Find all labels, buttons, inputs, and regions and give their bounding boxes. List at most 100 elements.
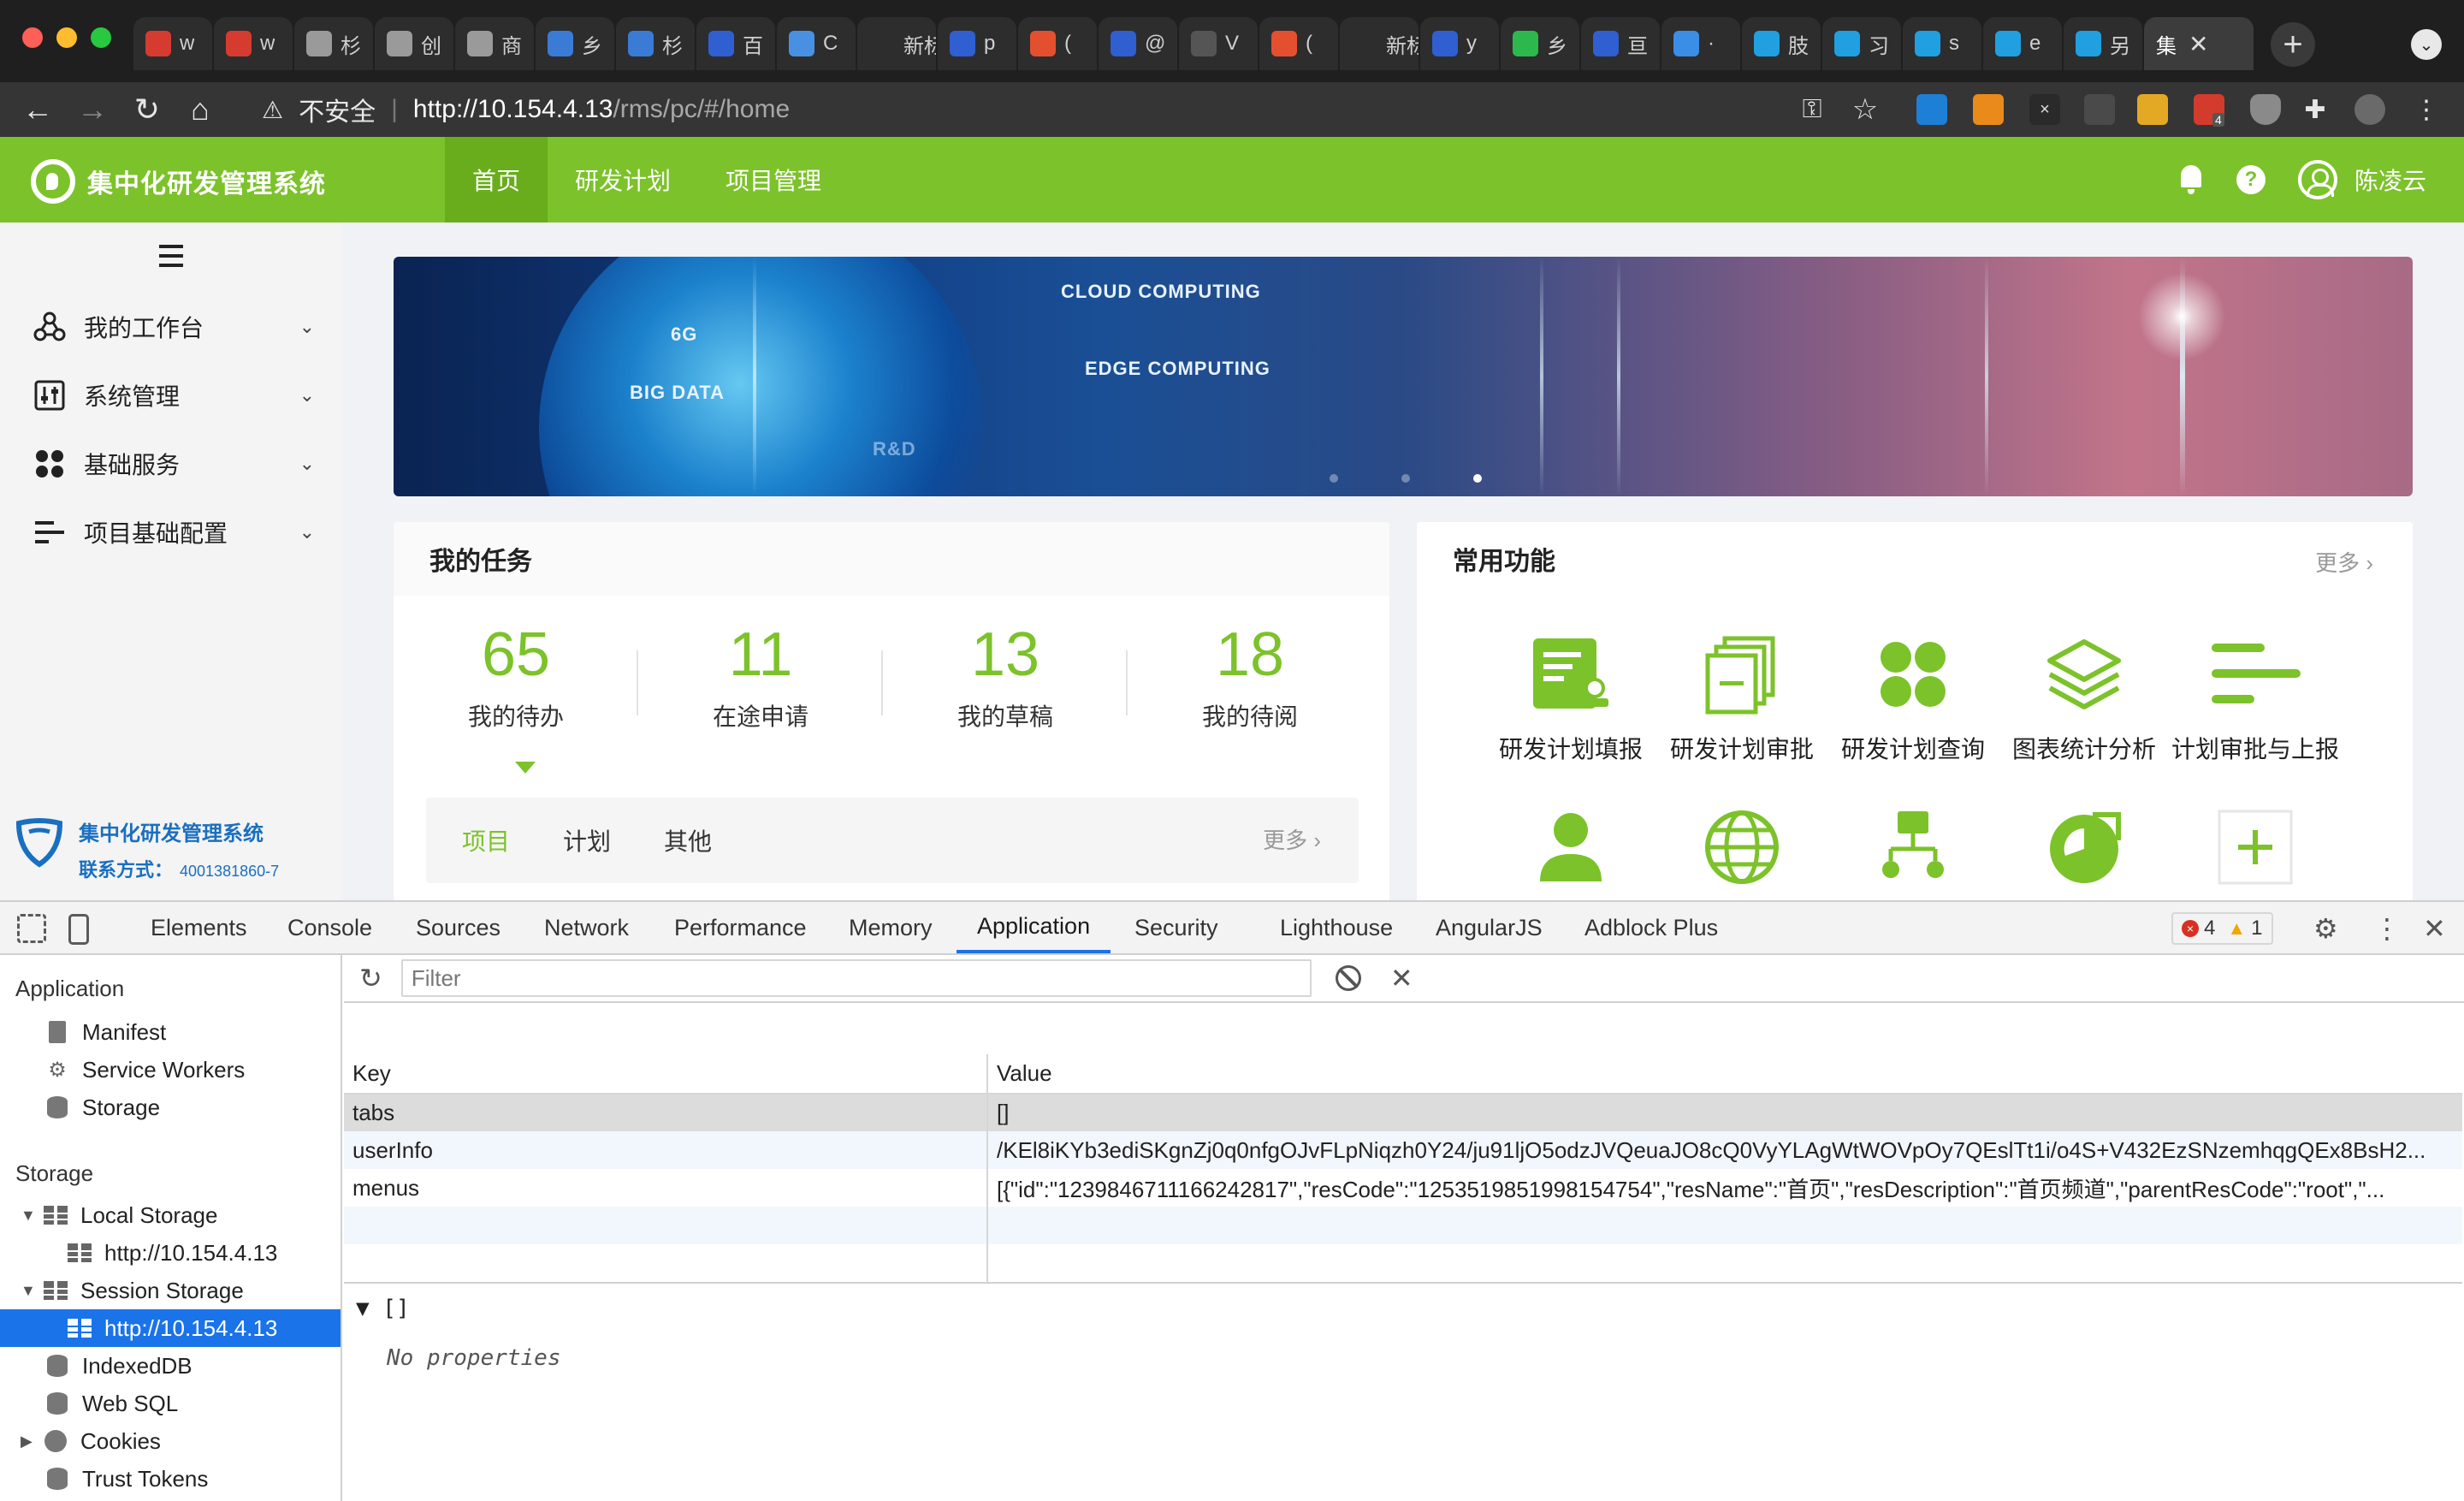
notification-bell-icon[interactable] (2178, 165, 2204, 194)
address-bar[interactable]: ⚠ 不安全 | http://10.154.4.13 /rms/pc/#/hom… (241, 87, 1781, 132)
more-options-icon[interactable]: ⋮ (2373, 912, 2401, 945)
row-key[interactable]: menus (344, 1169, 988, 1207)
puzzle-icon[interactable]: ✚ (2296, 91, 2334, 128)
row-value[interactable]: /KEl8iKYb3ediSKgnZj0q0nfgOJvFLpNiqzh0Y24… (987, 1131, 2462, 1169)
expand-triangle-icon[interactable]: ▼ (21, 1207, 38, 1225)
browser-tab[interactable]: 新标签 (1340, 17, 1419, 70)
extension-s-icon[interactable] (1916, 94, 1947, 125)
minimize-window-button[interactable] (56, 27, 77, 48)
subtab-project[interactable]: 项目 (462, 823, 510, 857)
func-add[interactable] (2170, 804, 2341, 890)
browser-tab[interactable]: 肢 (1742, 17, 1821, 70)
func-pie[interactable] (1999, 804, 2170, 890)
browser-tab[interactable]: 乡 (536, 17, 614, 70)
func-plan-approve[interactable]: 研发计划审批 (1656, 633, 1827, 765)
inspect-element-icon[interactable] (17, 914, 46, 943)
device-toolbar-icon[interactable] (68, 914, 89, 945)
devtools-tab-network[interactable]: Network (544, 902, 629, 953)
close-tab-icon[interactable]: ✕ (2189, 30, 2208, 58)
devtools-tab-application[interactable]: Application (957, 902, 1111, 953)
nav-home[interactable]: 首页 (445, 137, 548, 222)
func-person[interactable] (1485, 804, 1656, 890)
sidebar-item-service-workers[interactable]: ⚙ Service Workers (44, 1051, 245, 1089)
stat-to-read[interactable]: 18 我的待阅 (1128, 616, 1372, 753)
home-icon[interactable]: ⌂ (181, 91, 219, 128)
app-logo[interactable]: 集中化研发管理系统 (31, 159, 326, 204)
maximize-window-button[interactable] (91, 27, 111, 48)
banner-carousel[interactable]: CLOUD COMPUTING 6G EDGE COMPUTING BIG DA… (394, 257, 2413, 496)
func-chart-analysis[interactable]: 图表统计分析 (1999, 633, 2170, 765)
devtools-tab-console[interactable]: Console (287, 902, 372, 953)
browser-tab[interactable]: V (1179, 17, 1258, 70)
sidebar-item-system[interactable]: 系统管理 ⌄ (33, 370, 315, 421)
clear-all-icon[interactable] (1335, 965, 1361, 991)
browser-tab[interactable]: y (1420, 17, 1499, 70)
forward-icon[interactable]: → (74, 91, 111, 128)
column-header-key[interactable]: Key (344, 1054, 988, 1095)
sidebar-item-local-origin[interactable]: http://10.154.4.13 (67, 1234, 277, 1272)
stat-drafts[interactable]: 13 我的草稿 (883, 616, 1128, 753)
preview-tree-root[interactable]: ▼ [] (356, 1296, 561, 1321)
func-plan-query[interactable]: 研发计划查询 (1827, 633, 1999, 765)
sidebar-item-indexeddb[interactable]: IndexedDB (44, 1347, 192, 1385)
table-row-empty[interactable] (344, 1207, 2462, 1244)
browser-tab[interactable]: s (1903, 17, 1981, 70)
expand-triangle-icon[interactable]: ▶ (21, 1433, 38, 1451)
help-icon[interactable]: ? (2236, 165, 2266, 194)
browser-tab[interactable]: p (938, 17, 1016, 70)
browser-tab[interactable]: 习 (1822, 17, 1901, 70)
back-icon[interactable]: ← (19, 91, 56, 128)
table-row[interactable]: tabs [] (344, 1094, 2462, 1131)
sidebar-item-storage[interactable]: Storage (44, 1089, 160, 1126)
browser-tab[interactable]: 新标签 (857, 17, 936, 70)
stat-in-transit[interactable]: 11 在途申请 (638, 616, 883, 753)
reload-icon[interactable]: ↻ (128, 91, 166, 128)
extension-download-icon[interactable] (2137, 94, 2168, 125)
user-name[interactable]: 陈凌云 (2354, 163, 2426, 197)
browser-tab[interactable]: 商 (455, 17, 534, 70)
key-icon[interactable]: ⚿ (1793, 91, 1831, 128)
filter-input[interactable] (400, 959, 1312, 997)
shield-extension-icon[interactable] (2250, 94, 2281, 125)
column-header-value[interactable]: Value (987, 1054, 2462, 1095)
sidebar-item-project-config[interactable]: 项目基础配置 ⌄ (33, 507, 315, 558)
carousel-dot[interactable] (1330, 474, 1338, 483)
browser-tab[interactable]: ( (1018, 17, 1097, 70)
browser-tab[interactable]: w (214, 17, 293, 70)
nav-rd-plan[interactable]: 研发计划 (548, 137, 698, 222)
devtools-tab-memory[interactable]: Memory (849, 902, 933, 953)
func-org-tree[interactable] (1827, 804, 1999, 890)
browser-tab[interactable]: w (133, 17, 212, 70)
sidebar-item-trust-tokens[interactable]: Trust Tokens (44, 1460, 208, 1498)
carousel-dot[interactable] (1401, 474, 1410, 483)
table-row-empty[interactable] (344, 1244, 2462, 1282)
nav-project-management[interactable]: 项目管理 (698, 137, 849, 222)
extension-orange-icon[interactable] (1973, 94, 2004, 125)
browser-tab[interactable]: C (777, 17, 856, 70)
browser-tab[interactable]: 亘 (1581, 17, 1660, 70)
extension-dark-icon[interactable] (2084, 94, 2115, 125)
close-window-button[interactable] (22, 27, 43, 48)
row-value[interactable]: [{"id":"1239846711166242817","resCode":"… (987, 1169, 2462, 1207)
expand-triangle-icon[interactable]: ▼ (21, 1282, 38, 1300)
menu-toggle-icon[interactable] (159, 245, 183, 267)
browser-tab[interactable]: 杉 (616, 17, 695, 70)
browser-tab[interactable]: 杉 (294, 17, 373, 70)
browser-tab[interactable]: 另 (2064, 17, 2142, 70)
issues-counter[interactable]: × 4 ▲ 1 (2171, 912, 2273, 945)
extension-x-icon[interactable]: × (2029, 94, 2060, 125)
sidebar-item-websql[interactable]: Web SQL (44, 1385, 178, 1422)
func-globe[interactable] (1656, 804, 1827, 890)
devtools-tab-performance[interactable]: Performance (674, 902, 807, 953)
carousel-dot-active[interactable] (1473, 474, 1482, 483)
browser-menu-icon[interactable]: ⋮ (2408, 91, 2445, 128)
func-plan-fill[interactable]: 研发计划填报 (1485, 633, 1656, 765)
browser-tab[interactable]: · (1661, 17, 1740, 70)
sidebar-item-session-origin[interactable]: http://10.154.4.13 (0, 1309, 341, 1347)
delete-selected-icon[interactable]: ✕ (1390, 962, 1413, 994)
devtools-tab-elements[interactable]: Elements (151, 902, 247, 953)
browser-tab-active[interactable]: 集 ✕ (2144, 17, 2254, 70)
sidebar-item-manifest[interactable]: Manifest (44, 1013, 166, 1051)
sidebar-item-session-storage[interactable]: ▼ Session Storage (21, 1272, 244, 1309)
stat-todo[interactable]: 65 我的待办 (394, 616, 638, 753)
